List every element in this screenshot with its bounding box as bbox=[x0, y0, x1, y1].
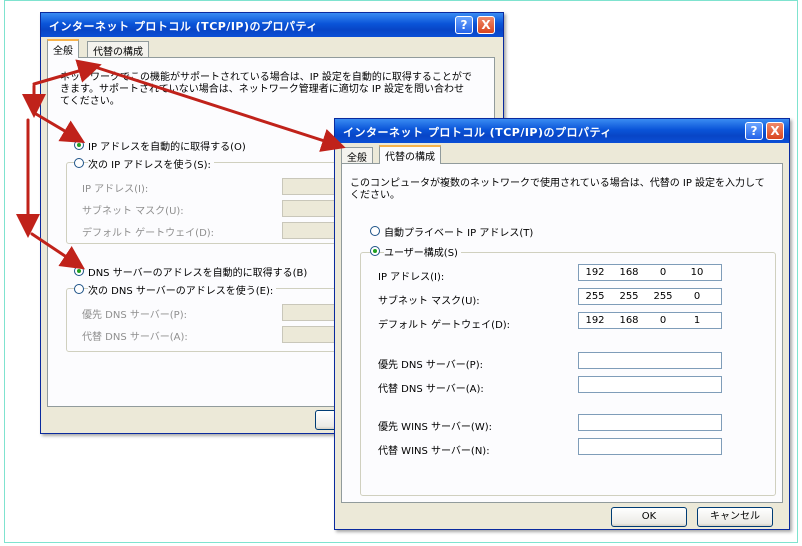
front-dns-pref-field[interactable] bbox=[578, 352, 722, 369]
front-close-button[interactable]: X bbox=[766, 122, 784, 140]
front-gateway-octet-3: 0 bbox=[659, 315, 667, 326]
front-radio-user-config-label: ユーザー構成(S) bbox=[384, 244, 461, 259]
front-subnet-octet-4: 0 bbox=[693, 291, 701, 302]
front-wins-pref-label: 優先 WINS サーバー(W): bbox=[378, 422, 492, 433]
front-dns-alt-label: 代替 DNS サーバー(A): bbox=[378, 384, 484, 395]
back-subnet-label: サブネット マスク(U): bbox=[82, 206, 184, 217]
front-ok-button[interactable]: OK bbox=[611, 507, 687, 527]
front-gateway-octet-4: 1 bbox=[693, 315, 701, 326]
front-subnet-octet-1: 255 bbox=[585, 291, 605, 302]
front-gateway-octet-2: 168 bbox=[619, 315, 639, 326]
back-dialog-title: インターネット プロトコル (TCP/IP)のプロパティ bbox=[49, 20, 318, 33]
back-radio-ip-auto-label: IP アドレスを自動的に取得する(O) bbox=[88, 142, 246, 153]
front-radio-user-config[interactable] bbox=[370, 246, 380, 256]
front-description-2: ください。 bbox=[350, 190, 400, 201]
back-gateway-label: デフォルト ゲートウェイ(D): bbox=[82, 228, 215, 239]
back-radio-dns-manual-label: 次の DNS サーバーのアドレスを使う(E): bbox=[88, 282, 277, 297]
front-ip-label: IP アドレス(I): bbox=[378, 272, 445, 283]
front-dns-pref-label: 優先 DNS サーバー(P): bbox=[378, 360, 483, 371]
front-title-bar[interactable]: インターネット プロトコル (TCP/IP)のプロパティ ? X bbox=[335, 119, 789, 143]
front-ip-field[interactable]: 192 168 0 10 bbox=[578, 264, 722, 281]
front-ip-octet-1: 192 bbox=[585, 267, 605, 278]
back-dns-pref-label: 優先 DNS サーバー(P): bbox=[82, 310, 187, 321]
front-wins-alt-field[interactable] bbox=[578, 438, 722, 455]
front-radio-apipa[interactable] bbox=[370, 226, 380, 236]
front-dialog-title: インターネット プロトコル (TCP/IP)のプロパティ bbox=[343, 126, 612, 139]
front-dns-alt-field[interactable] bbox=[578, 376, 722, 393]
back-radio-ip-auto[interactable] bbox=[74, 140, 84, 150]
front-tab-general[interactable]: 全般 bbox=[341, 147, 373, 164]
front-wins-pref-field[interactable] bbox=[578, 414, 722, 431]
front-tcpip-properties-dialog: インターネット プロトコル (TCP/IP)のプロパティ ? X 全般 代替の構… bbox=[334, 118, 790, 530]
front-gateway-label: デフォルト ゲートウェイ(D): bbox=[378, 320, 511, 331]
back-radio-ip-manual-label: 次の IP アドレスを使う(S): bbox=[88, 156, 214, 171]
back-ip-label: IP アドレス(I): bbox=[82, 184, 149, 195]
back-radio-dns-auto-label: DNS サーバーのアドレスを自動的に取得する(B) bbox=[88, 268, 308, 279]
front-ip-octet-3: 0 bbox=[659, 267, 667, 278]
back-radio-ip-manual[interactable] bbox=[74, 158, 84, 168]
back-description-3: てください。 bbox=[60, 96, 120, 107]
back-help-button[interactable]: ? bbox=[455, 16, 473, 34]
back-title-bar[interactable]: インターネット プロトコル (TCP/IP)のプロパティ ? X bbox=[41, 13, 503, 37]
back-radio-dns-manual[interactable] bbox=[74, 284, 84, 294]
front-ip-octet-4: 10 bbox=[690, 267, 704, 278]
front-cancel-button[interactable]: キャンセル bbox=[697, 507, 773, 527]
front-wins-alt-label: 代替 WINS サーバー(N): bbox=[378, 446, 490, 457]
front-subnet-label: サブネット マスク(U): bbox=[378, 296, 480, 307]
front-description-1: このコンピュータが複数のネットワークで使用されている場合は、代替の IP 設定を… bbox=[350, 178, 765, 189]
back-radio-dns-auto[interactable] bbox=[74, 266, 84, 276]
front-ip-octet-2: 168 bbox=[619, 267, 639, 278]
back-dns-alt-label: 代替 DNS サーバー(A): bbox=[82, 332, 188, 343]
front-subnet-octet-2: 255 bbox=[619, 291, 639, 302]
front-tab-alternate[interactable]: 代替の構成 bbox=[379, 145, 441, 164]
front-subnet-field[interactable]: 255 255 255 0 bbox=[578, 288, 722, 305]
back-description-2: きます。サポートされていない場合は、ネットワーク管理者に適切な IP 設定を問い… bbox=[60, 84, 465, 95]
front-tab-panel: このコンピュータが複数のネットワークで使用されている場合は、代替の IP 設定を… bbox=[341, 163, 783, 503]
front-gateway-field[interactable]: 192 168 0 1 bbox=[578, 312, 722, 329]
front-radio-apipa-label: 自動プライベート IP アドレス(T) bbox=[384, 228, 534, 239]
back-close-button[interactable]: X bbox=[477, 16, 495, 34]
front-gateway-octet-1: 192 bbox=[585, 315, 605, 326]
front-help-button[interactable]: ? bbox=[745, 122, 763, 140]
back-tab-alternate[interactable]: 代替の構成 bbox=[87, 41, 149, 58]
back-tab-general[interactable]: 全般 bbox=[47, 39, 79, 58]
front-subnet-octet-3: 255 bbox=[653, 291, 673, 302]
